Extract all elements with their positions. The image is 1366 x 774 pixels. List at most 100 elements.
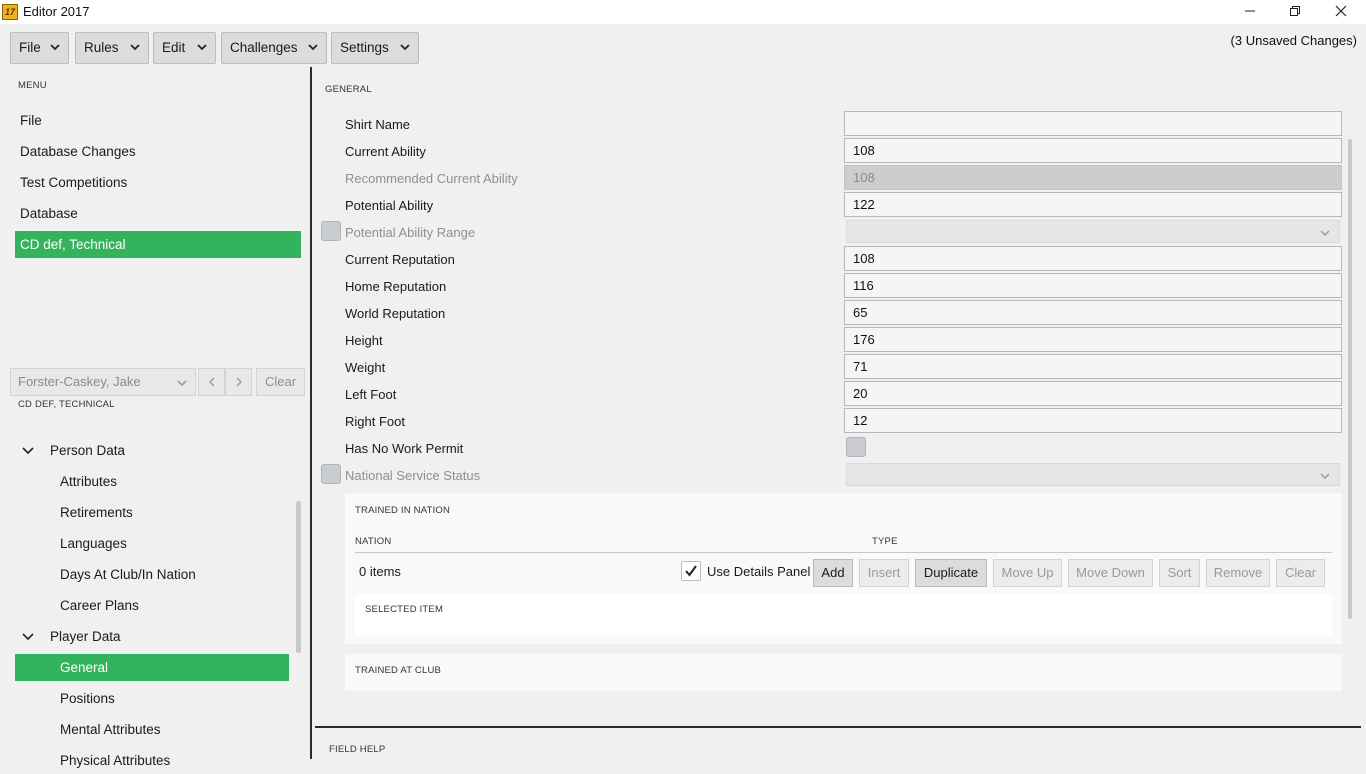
field-help-caption: FIELD HELP: [329, 744, 386, 755]
national-service-status-checkbox[interactable]: [321, 464, 341, 484]
type-column-header[interactable]: TYPE: [872, 536, 898, 547]
challenges-menu-button[interactable]: Challenges: [221, 32, 327, 64]
tree-item-physical-attributes[interactable]: Physical Attributes: [60, 747, 170, 774]
chevron-down-icon: [197, 44, 207, 51]
shirt-name-label: Shirt Name: [345, 117, 411, 132]
trained-in-nation-panel: TRAINED IN NATION NATION TYPE 0 items Us…: [345, 493, 1342, 644]
tree-item-career-plans[interactable]: Career Plans: [60, 592, 139, 619]
tree-item-general[interactable]: General: [15, 654, 289, 681]
trained-at-club-panel: TRAINED AT CLUB: [345, 654, 1342, 691]
current-reputation-field[interactable]: 108: [844, 246, 1342, 271]
chevron-down-icon: [400, 44, 410, 51]
app-logo-icon: 17: [2, 4, 18, 20]
restore-icon[interactable]: [1272, 0, 1318, 24]
general-panel-scrollbar[interactable]: [1348, 139, 1352, 619]
challenges-menu-label: Challenges: [230, 40, 298, 55]
right-foot-field[interactable]: 12: [844, 408, 1342, 433]
recommended-current-ability-label: Recommended Current Ability: [345, 171, 518, 186]
settings-menu-button[interactable]: Settings: [331, 32, 419, 64]
tree-item-days-at-club[interactable]: Days At Club/In Nation: [60, 561, 196, 588]
tree-item-positions[interactable]: Positions: [60, 685, 115, 712]
title-bar: 17 Editor 2017: [0, 0, 1366, 24]
potential-ability-label: Potential Ability: [345, 198, 434, 213]
tree-player-data[interactable]: Player Data: [15, 623, 295, 650]
potential-ability-field[interactable]: 122: [844, 192, 1342, 217]
tree-player-data-label: Player Data: [50, 629, 121, 644]
weight-label: Weight: [345, 360, 386, 375]
clear-person-button[interactable]: Clear: [256, 368, 305, 396]
shirt-name-field[interactable]: [844, 111, 1342, 136]
unsaved-changes-indicator: (3 Unsaved Changes): [1230, 33, 1357, 48]
use-details-panel-label: Use Details Panel: [707, 564, 811, 579]
menu-item-cd-def-technical[interactable]: CD def, Technical: [15, 231, 301, 258]
window-title: Editor 2017: [23, 4, 90, 19]
right-foot-label: Right Foot: [345, 414, 405, 429]
close-icon[interactable]: [1318, 0, 1364, 24]
selected-person-caption: CD DEF, TECHNICAL: [18, 399, 115, 410]
minimize-icon[interactable]: [1227, 0, 1273, 24]
use-details-panel-checkbox[interactable]: [681, 561, 701, 581]
tree-item-languages[interactable]: Languages: [60, 530, 127, 557]
duplicate-button[interactable]: Duplicate: [915, 559, 987, 587]
weight-field[interactable]: 71: [844, 354, 1342, 379]
world-reputation-label: World Reputation: [345, 306, 446, 321]
left-tree-scrollbar[interactable]: [296, 501, 301, 653]
rules-menu-button[interactable]: Rules: [75, 32, 149, 64]
general-panel: GENERAL Shirt Name Current Ability 108 R…: [314, 67, 1361, 764]
height-field[interactable]: 176: [844, 327, 1342, 352]
chevron-down-icon: [50, 44, 60, 51]
trained-at-club-caption: TRAINED AT CLUB: [355, 665, 442, 676]
item-count: 0 items: [359, 564, 401, 579]
remove-button[interactable]: Remove: [1206, 559, 1270, 587]
next-person-button[interactable]: [225, 368, 252, 396]
settings-menu-label: Settings: [340, 40, 389, 55]
edit-menu-button[interactable]: Edit: [153, 32, 216, 64]
tree-person-data[interactable]: Person Data: [15, 437, 295, 464]
menu-item-database[interactable]: Database: [15, 200, 301, 227]
chevron-left-icon: [208, 377, 214, 387]
menu-item-file[interactable]: File: [15, 107, 301, 134]
clear-list-button[interactable]: Clear: [1276, 559, 1325, 587]
home-reputation-label: Home Reputation: [345, 279, 447, 294]
previous-person-button[interactable]: [198, 368, 225, 396]
general-caption: GENERAL: [325, 84, 372, 95]
potential-ability-range-label: Potential Ability Range: [345, 225, 476, 240]
move-up-button[interactable]: Move Up: [993, 559, 1062, 587]
chevron-down-icon: [1320, 230, 1330, 237]
menu-caption: MENU: [18, 80, 47, 91]
insert-button[interactable]: Insert: [859, 559, 909, 587]
national-service-status-label: National Service Status: [345, 468, 481, 483]
person-picker-dropdown[interactable]: Forster-Caskey, Jake: [10, 368, 196, 396]
left-panel: MENU File Database Changes Test Competit…: [4, 67, 311, 768]
left-foot-field[interactable]: 20: [844, 381, 1342, 406]
column-divider: [355, 552, 1332, 553]
menu-item-database-changes[interactable]: Database Changes: [15, 138, 301, 165]
world-reputation-field[interactable]: 65: [844, 300, 1342, 325]
file-menu-button[interactable]: File: [10, 32, 69, 64]
chevron-down-icon: [1320, 473, 1330, 480]
home-reputation-field[interactable]: 116: [844, 273, 1342, 298]
move-down-button[interactable]: Move Down: [1068, 559, 1153, 587]
recommended-current-ability-field: 108: [844, 165, 1342, 190]
left-foot-label: Left Foot: [345, 387, 397, 402]
potential-ability-range-checkbox[interactable]: [321, 221, 341, 241]
menu-item-test-competitions[interactable]: Test Competitions: [15, 169, 301, 196]
add-button[interactable]: Add: [813, 559, 853, 587]
selected-item-panel: SELECTED ITEM: [355, 594, 1332, 635]
current-ability-field[interactable]: 108: [844, 138, 1342, 163]
rules-menu-label: Rules: [84, 40, 119, 55]
chevron-down-icon: [22, 447, 34, 455]
sort-button[interactable]: Sort: [1159, 559, 1200, 587]
person-picker-value: Forster-Caskey, Jake: [18, 374, 141, 389]
tree-item-mental-attributes[interactable]: Mental Attributes: [60, 716, 161, 743]
tree-person-data-label: Person Data: [50, 443, 126, 458]
file-menu-label: File: [19, 40, 41, 55]
field-help-divider: [315, 726, 1361, 728]
nation-column-header[interactable]: NATION: [355, 536, 391, 547]
tree-item-attributes[interactable]: Attributes: [60, 468, 117, 495]
national-service-status-select: [846, 463, 1340, 486]
chevron-right-icon: [236, 377, 242, 387]
has-no-work-permit-checkbox[interactable]: [846, 437, 866, 457]
tree-item-retirements[interactable]: Retirements: [60, 499, 133, 526]
chevron-down-icon: [22, 633, 34, 641]
